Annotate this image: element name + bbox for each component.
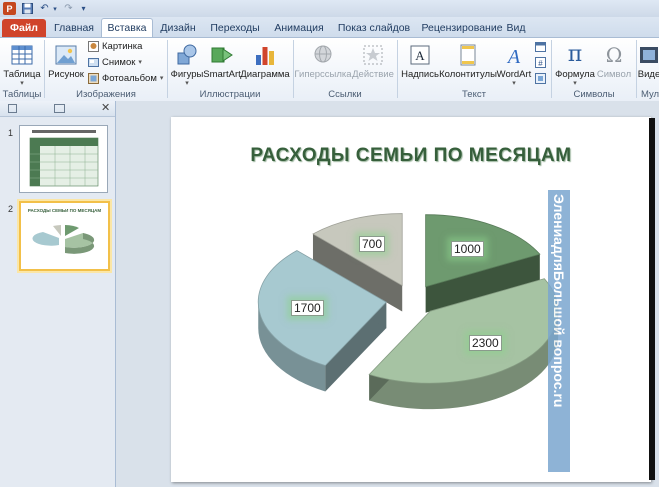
- pie-data-label: 1700: [291, 300, 324, 316]
- pie-data-label: 700: [359, 236, 386, 252]
- pie-data-label: 2300: [469, 335, 502, 351]
- dark-edge: [649, 118, 655, 480]
- watermark-strip: ЭлениадляБольшой вопрос.ru: [548, 190, 570, 472]
- watermark-text: ЭлениадляБольшой вопрос.ru: [551, 194, 567, 408]
- pie-data-label: 1000: [451, 241, 484, 257]
